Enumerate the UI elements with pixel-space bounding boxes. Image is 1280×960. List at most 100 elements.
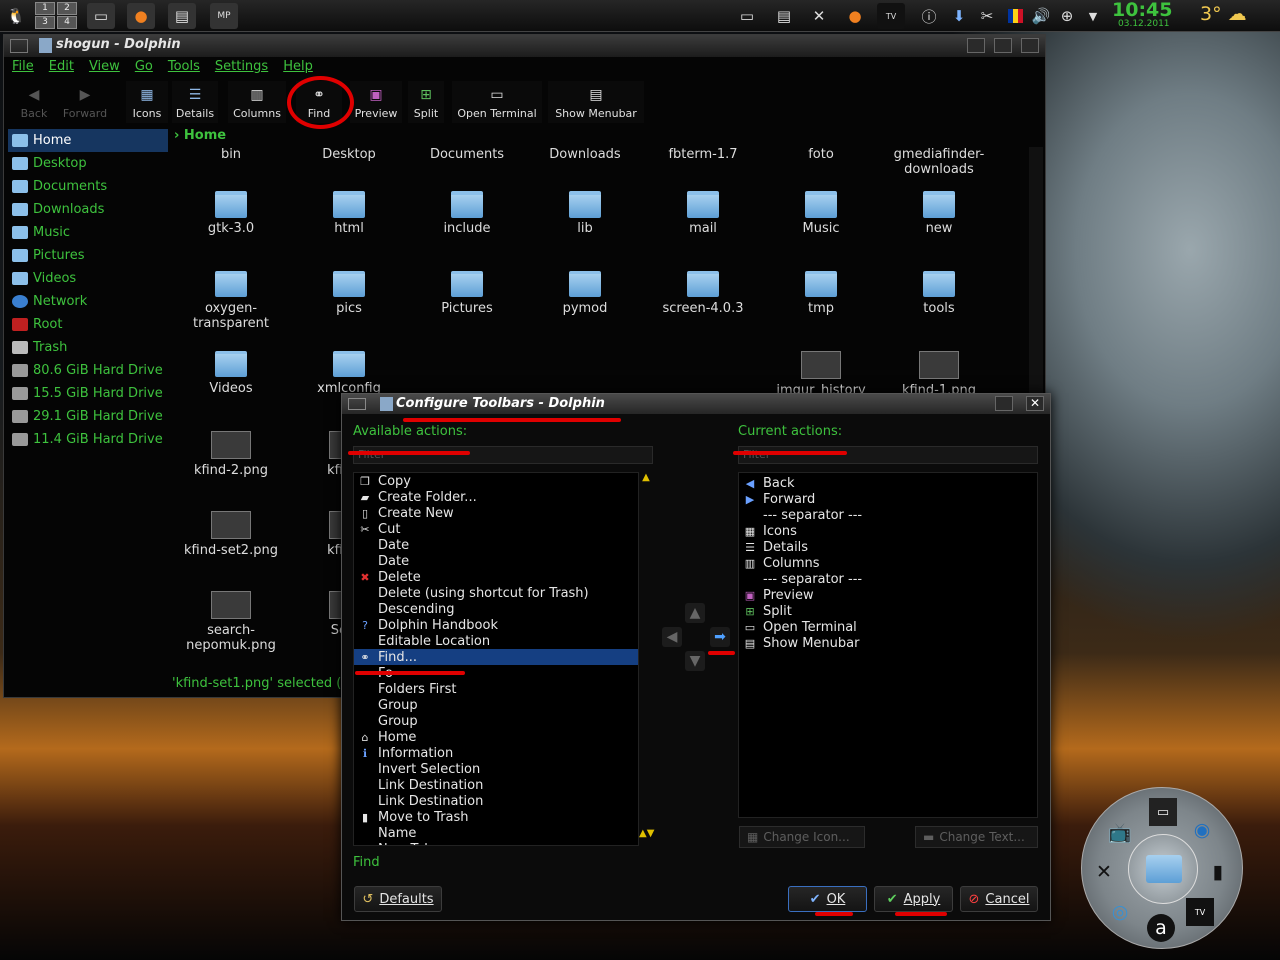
list-item[interactable]: ☰ Details <box>739 539 1037 555</box>
columns-view-button[interactable]: ▥ Columns <box>228 81 286 123</box>
flag-icon[interactable] <box>1001 3 1029 29</box>
terminal-icon[interactable]: ▭ <box>87 3 115 29</box>
file-item[interactable]: Videos <box>172 351 290 396</box>
chromium-icon[interactable]: ◎ <box>1106 898 1134 926</box>
file-item[interactable]: xmlconfig <box>290 351 408 396</box>
list-item[interactable]: Link Destination <box>354 793 638 809</box>
mplayer-icon[interactable]: MP <box>210 3 238 29</box>
list-item[interactable]: ▯ Create New <box>354 505 638 521</box>
available-actions-scrollbar[interactable]: ▲ ▲▼ <box>639 472 654 846</box>
list-item[interactable]: ▥ Columns <box>739 555 1037 571</box>
preview-button[interactable]: ▣ Preview <box>350 81 402 123</box>
file-item[interactable]: tmp <box>762 271 880 316</box>
trash-icon[interactable]: ▮ <box>1204 858 1232 886</box>
file-item[interactable]: oxygen-transparent <box>172 271 290 331</box>
forward-button[interactable]: ▶ Forward <box>58 81 112 123</box>
a-letter-icon[interactable]: a <box>1147 914 1175 942</box>
list-item[interactable]: ⊞ Split <box>739 603 1037 619</box>
info-icon[interactable]: ⓘ <box>915 3 943 29</box>
place-home[interactable]: Home <box>8 129 168 152</box>
menu-help[interactable]: Help <box>283 59 313 77</box>
breadcrumb[interactable]: › Home <box>174 128 226 143</box>
list-item[interactable]: ? Dolphin Handbook <box>354 617 638 633</box>
list-item[interactable]: Group <box>354 697 638 713</box>
list-item[interactable]: --- separator --- <box>739 507 1037 523</box>
list-item[interactable]: ▣ Preview <box>739 587 1037 603</box>
close-button[interactable]: ✕ <box>1026 396 1044 411</box>
place-root[interactable]: Root <box>8 313 168 336</box>
apply-button[interactable]: ✔ Apply <box>874 886 953 912</box>
chevron-down-icon[interactable]: ▼ <box>1079 3 1107 29</box>
cancel-button[interactable]: ⊘ Cancel <box>960 886 1038 912</box>
file-item[interactable]: bin <box>172 147 290 162</box>
file-item[interactable]: pymod <box>526 271 644 316</box>
place-29-1-gib-hard-drive[interactable]: 29.1 GiB Hard Drive <box>8 405 168 428</box>
open-terminal-button[interactable]: ▭ Open Terminal <box>452 81 542 123</box>
list-item[interactable]: Name <box>354 825 638 841</box>
list-item[interactable]: Editable Location <box>354 633 638 649</box>
tv-maxe-icon[interactable]: TV <box>877 3 905 29</box>
file-item[interactable]: foto <box>762 147 880 162</box>
tv-icon[interactable]: 📺 <box>1106 818 1134 846</box>
pager-desktop-2[interactable]: 2 <box>57 2 77 15</box>
scissors-icon[interactable]: ✂ <box>973 3 1001 29</box>
place-trash[interactable]: Trash <box>8 336 168 359</box>
list-item[interactable]: ▭ Open Terminal <box>739 619 1037 635</box>
place-11-4-gib-hard-drive[interactable]: 11.4 GiB Hard Drive <box>8 428 168 451</box>
window-menu-icon[interactable] <box>348 398 366 410</box>
list-item[interactable]: ❐ Copy <box>354 473 638 489</box>
menu-go[interactable]: Go <box>135 59 153 77</box>
pager-desktop-4[interactable]: 4 <box>57 16 77 29</box>
network-icon[interactable]: ⊕ <box>1053 3 1081 29</box>
move-up-button[interactable]: ▲ <box>685 603 705 623</box>
defaults-button[interactable]: ↺ Defaults <box>354 886 442 912</box>
list-item[interactable]: ✂ Cut <box>354 521 638 537</box>
place-network[interactable]: Network <box>8 290 168 313</box>
file-item[interactable]: kfind-2.png <box>172 431 290 478</box>
scroll-down-icon[interactable]: ▲▼ <box>639 828 654 839</box>
list-item[interactable]: ◀ Back <box>739 475 1037 491</box>
list-item[interactable]: New Tab <box>354 841 638 846</box>
move-down-button[interactable]: ▼ <box>685 651 705 671</box>
firefox-icon[interactable]: ● <box>127 3 155 29</box>
window-menu-icon[interactable] <box>10 39 28 53</box>
place-pictures[interactable]: Pictures <box>8 244 168 267</box>
file-item[interactable]: Pictures <box>408 271 526 316</box>
list-item[interactable]: ⌂ Home <box>354 729 638 745</box>
notes-icon[interactable]: ▤ <box>168 3 196 29</box>
file-item[interactable]: tools <box>880 271 998 316</box>
scroll-up-icon[interactable]: ▲ <box>639 472 653 483</box>
menu-edit[interactable]: Edit <box>49 59 74 77</box>
list-item[interactable]: Delete (using shortcut for Trash) <box>354 585 638 601</box>
file-item[interactable]: pics <box>290 271 408 316</box>
list-item[interactable]: ▮ Move to Trash <box>354 809 638 825</box>
available-filter-input[interactable]: Filter <box>353 446 653 464</box>
maximize-button[interactable] <box>995 396 1013 411</box>
list-item[interactable]: Invert Selection <box>354 761 638 777</box>
file-item[interactable]: kfind-1.png <box>880 351 998 398</box>
list-item[interactable]: Folders First <box>354 681 638 697</box>
maximize-button[interactable] <box>994 38 1012 53</box>
menu-settings[interactable]: Settings <box>215 59 268 77</box>
list-item[interactable]: Date <box>354 553 638 569</box>
menu-view[interactable]: View <box>89 59 120 77</box>
list-item[interactable]: --- separator --- <box>739 571 1037 587</box>
file-item[interactable]: Documents <box>408 147 526 162</box>
file-item[interactable]: search-nepomuk.png <box>172 591 290 653</box>
place-documents[interactable]: Documents <box>8 175 168 198</box>
change-text-button[interactable]: ▬ Change Text... <box>915 826 1038 848</box>
file-item[interactable]: Downloads <box>526 147 644 162</box>
list-item[interactable]: ℹ Information <box>354 745 638 761</box>
list-item[interactable]: ▦ Icons <box>739 523 1037 539</box>
back-button[interactable]: ◀ Back <box>12 81 56 123</box>
file-item[interactable]: fbterm-1.7 <box>644 147 762 162</box>
file-item[interactable]: gmediafinder-downloads <box>880 147 998 177</box>
terminal-icon[interactable]: ▭ <box>733 3 761 29</box>
file-item[interactable]: Desktop <box>290 147 408 162</box>
list-item[interactable]: ✖ Delete <box>354 569 638 585</box>
add-action-button[interactable]: ➡ <box>710 627 730 647</box>
place-videos[interactable]: Videos <box>8 267 168 290</box>
current-actions-list[interactable]: ◀ Back ▶ Forward --- separator --- ▦ Icons ☰ Det… <box>738 472 1038 818</box>
dialog-titlebar[interactable]: Configure Toolbars - Dolphin ✕ <box>342 394 1050 414</box>
remove-action-button[interactable]: ◀ <box>662 627 682 647</box>
